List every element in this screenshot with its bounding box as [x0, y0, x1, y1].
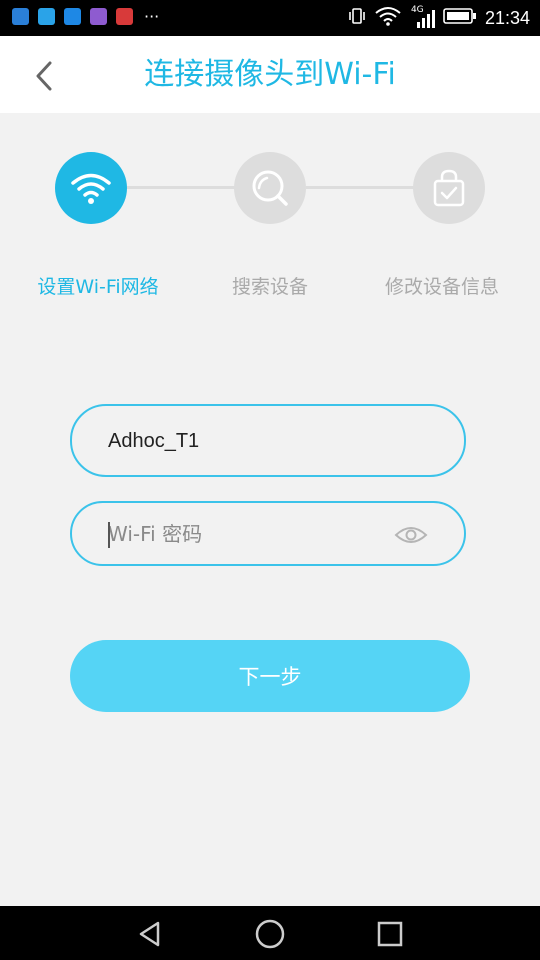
wifi-ssid-field[interactable]: Adhoc_T1: [70, 404, 466, 477]
triangle-back-icon: [139, 921, 160, 947]
page-title: 连接摄像头到Wi-Fi: [144, 57, 396, 92]
overflow-indicator: ···: [144, 6, 160, 26]
text-caret: [108, 522, 110, 548]
step-connector: [306, 186, 414, 189]
status-bar: ··· 4G 21:34: [0, 0, 540, 36]
nav-recents-button[interactable]: [372, 916, 408, 952]
header: 连接摄像头到Wi-Fi: [0, 36, 540, 113]
circle-home-icon: [255, 919, 285, 949]
cell-signal-icon: 4G: [409, 5, 435, 29]
gallery-app-icon: [90, 8, 107, 25]
bag-check-icon: [433, 169, 465, 207]
clock: 21:34: [484, 7, 530, 28]
status-indicators: 4G 21:34: [347, 5, 530, 30]
square-recents-icon: [377, 921, 403, 947]
photo-app-icon: [64, 8, 81, 25]
system-navigation-bar: [0, 906, 540, 960]
battery-icon: [443, 7, 477, 29]
wifi-icon: [71, 173, 111, 204]
step-indicator: 设置Wi-Fi网络 搜索设备 修改设备信息: [0, 150, 540, 310]
wifi-signal-icon: [375, 6, 401, 30]
nav-back-button[interactable]: [132, 916, 168, 952]
eye-icon: [394, 527, 428, 543]
browser-app-icon: [38, 8, 55, 25]
step-2-label: 搜索设备: [231, 276, 308, 298]
wifi-password-field[interactable]: [70, 501, 466, 566]
huawei-app-icon: [116, 8, 133, 25]
step-connector: [127, 186, 235, 189]
step-1-circle: [55, 152, 127, 224]
step-1-label: 设置Wi-Fi网络: [37, 276, 159, 298]
step-2-circle: [234, 152, 306, 224]
step-3-circle: [413, 152, 485, 224]
wifi-password-input[interactable]: [108, 503, 388, 564]
show-password-toggle[interactable]: [394, 521, 428, 549]
search-icon: [252, 170, 288, 206]
notification-icons: ···: [12, 8, 159, 25]
x-app-icon: [12, 8, 29, 25]
step-3-label: 修改设备信息: [384, 276, 499, 298]
next-step-button[interactable]: 下一步: [70, 640, 470, 712]
nav-home-button[interactable]: [252, 916, 288, 952]
wifi-ssid-value: Adhoc_T1: [108, 430, 200, 452]
vibrate-icon: [347, 6, 367, 30]
